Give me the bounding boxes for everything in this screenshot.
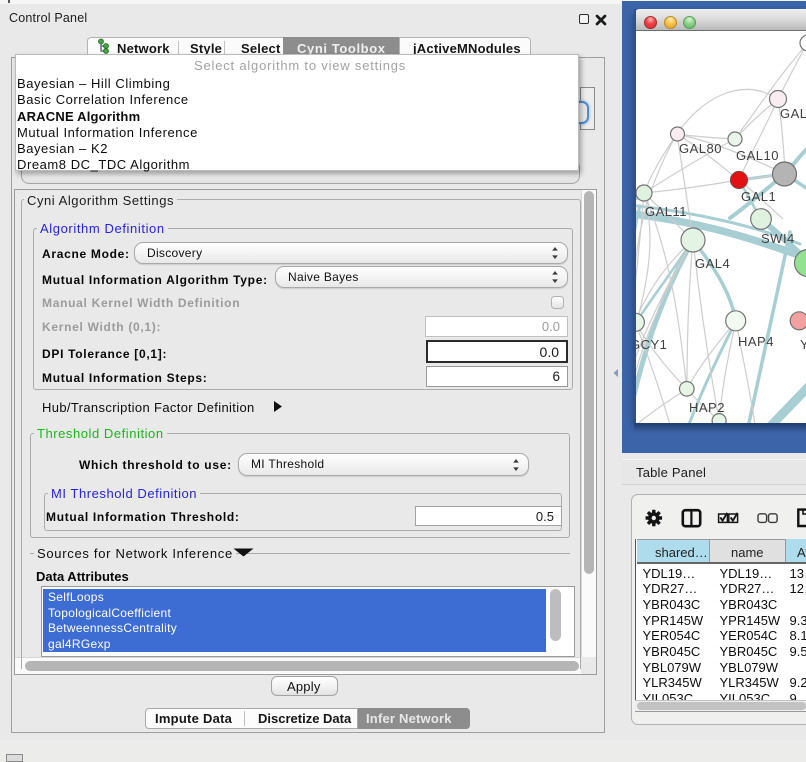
svg-text:GCY1: GCY1: [636, 337, 667, 352]
svg-text:GAL1: GAL1: [741, 189, 776, 204]
svg-text:SWI4: SWI4: [761, 231, 795, 246]
svg-text:GAL4: GAL4: [695, 256, 730, 271]
svg-text:HAP2: HAP2: [689, 400, 725, 415]
svg-text:GAL80: GAL80: [679, 141, 722, 156]
svg-text:GAL11: GAL11: [645, 204, 687, 219]
svg-text:HAP4: HAP4: [738, 334, 774, 349]
svg-text:YM: YM: [800, 337, 806, 352]
svg-text:GAL10: GAL10: [736, 148, 779, 163]
svg-text:GAL2: GAL2: [780, 106, 806, 121]
